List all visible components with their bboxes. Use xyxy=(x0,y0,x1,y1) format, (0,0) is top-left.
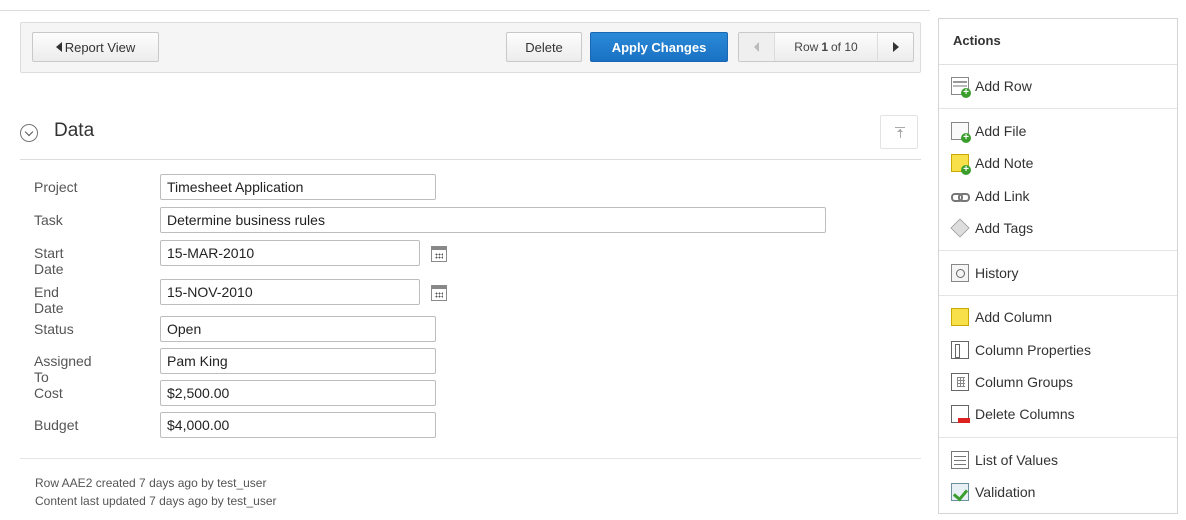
sidebar-item-add-tags[interactable]: Add Tags xyxy=(950,216,1034,240)
top-divider xyxy=(0,10,930,11)
sidebar-item-label: Add Note xyxy=(975,155,1034,171)
start-date-label: Start Date xyxy=(34,245,64,277)
add-file-icon xyxy=(951,122,971,143)
end-date-label: End Date xyxy=(34,284,64,316)
row-current: 1 xyxy=(821,40,828,54)
sidebar-item-history[interactable]: History xyxy=(951,261,1019,285)
sidebar-item-add-link[interactable]: Add Link xyxy=(951,184,1029,208)
updated-info: Content last updated 7 days ago by test_… xyxy=(35,494,277,508)
status-label: Status xyxy=(34,321,74,337)
sidebar-divider xyxy=(939,295,1177,296)
calendar-icon[interactable] xyxy=(431,246,447,262)
previous-row-button[interactable] xyxy=(739,33,775,61)
main-content: Report View Delete Apply Changes Row 1 o… xyxy=(0,0,930,520)
footer-divider xyxy=(20,458,921,459)
sidebar-item-column-groups[interactable]: Column Groups xyxy=(951,370,1073,394)
task-label: Task xyxy=(34,212,63,228)
chevron-down-icon xyxy=(24,127,34,136)
sidebar-divider xyxy=(939,437,1177,438)
apply-changes-button[interactable]: Apply Changes xyxy=(590,32,728,62)
sidebar-item-delete-columns[interactable]: Delete Columns xyxy=(951,402,1075,426)
scroll-to-top-button[interactable] xyxy=(880,115,918,149)
validation-icon xyxy=(951,483,969,501)
arrow-right-icon xyxy=(892,42,899,52)
region-title: Data xyxy=(54,120,95,141)
go-top-icon xyxy=(895,127,905,128)
end-date-input[interactable]: 15-NOV-2010 xyxy=(160,279,420,305)
assigned-to-input[interactable]: Pam King xyxy=(160,348,436,374)
sidebar-item-list-of-values[interactable]: List of Values xyxy=(951,448,1058,472)
collapse-toggle[interactable] xyxy=(20,124,38,142)
project-input[interactable]: Timesheet Application xyxy=(160,174,436,200)
sidebar-item-add-file[interactable]: Add File xyxy=(951,119,1026,143)
add-tags-icon xyxy=(950,218,970,238)
sidebar-item-label: List of Values xyxy=(975,452,1059,468)
next-row-button[interactable] xyxy=(877,33,913,61)
sidebar-item-label: History xyxy=(975,265,1019,281)
sidebar-item-column-properties[interactable]: Column Properties xyxy=(951,338,1091,362)
row-status: Row 1 of 10 xyxy=(775,33,877,61)
add-row-icon xyxy=(951,77,971,98)
history-icon xyxy=(951,264,969,282)
row-pager: Row 1 of 10 xyxy=(738,32,914,62)
cost-input[interactable]: $2,500.00 xyxy=(160,380,436,406)
sidebar-item-label: Add Link xyxy=(975,188,1030,204)
sidebar-item-label: Delete Columns xyxy=(975,406,1075,422)
budget-input[interactable]: $4,000.00 xyxy=(160,412,436,438)
row-suffix: of 10 xyxy=(831,40,858,54)
report-view-button[interactable]: Report View xyxy=(32,32,159,62)
add-link-icon xyxy=(951,187,970,205)
sidebar-item-label: Add File xyxy=(975,123,1027,139)
sidebar-divider xyxy=(939,108,1177,109)
sidebar-item-label: Add Tags xyxy=(975,220,1034,236)
sidebar-item-add-note[interactable]: Add Note xyxy=(951,151,1033,175)
add-column-icon xyxy=(951,308,969,326)
add-note-icon xyxy=(951,154,971,175)
toolbar: Report View Delete Apply Changes Row 1 o… xyxy=(20,22,921,73)
delete-columns-icon xyxy=(951,405,970,423)
project-label: Project xyxy=(34,179,78,195)
cost-label: Cost xyxy=(34,385,63,401)
actions-sidebar: Actions Add Row Add File Add Note Add Li… xyxy=(938,18,1178,514)
sidebar-item-label: Validation xyxy=(975,484,1036,500)
budget-label: Budget xyxy=(34,417,79,433)
sidebar-item-add-row[interactable]: Add Row xyxy=(951,74,1032,98)
report-view-label: Report View xyxy=(64,39,136,55)
sidebar-item-add-column[interactable]: Add Column xyxy=(951,305,1052,329)
start-date-input[interactable]: 15-MAR-2010 xyxy=(160,240,420,266)
column-groups-icon xyxy=(951,373,969,391)
task-input[interactable]: Determine business rules xyxy=(160,207,826,233)
sidebar-item-label: Column Properties xyxy=(975,342,1091,358)
delete-button[interactable]: Delete xyxy=(506,32,582,62)
arrow-left-icon xyxy=(754,42,759,52)
created-info: Row AAE2 created 7 days ago by test_user xyxy=(35,476,267,490)
list-of-values-icon xyxy=(951,451,969,469)
actions-title: Actions xyxy=(939,19,1177,65)
status-input[interactable]: Open xyxy=(160,316,436,342)
arrow-left-icon xyxy=(55,42,62,52)
sidebar-item-label: Column Groups xyxy=(975,374,1074,390)
calendar-icon[interactable] xyxy=(431,285,447,301)
sidebar-divider xyxy=(939,250,1177,251)
sidebar-item-label: Add Column xyxy=(975,309,1053,325)
assigned-to-label: Assigned To xyxy=(34,353,92,385)
row-prefix: Row xyxy=(794,40,819,54)
sidebar-item-validation[interactable]: Validation xyxy=(951,480,1035,504)
column-properties-icon xyxy=(951,341,969,359)
data-region-header: Data xyxy=(20,114,921,160)
sidebar-item-label: Add Row xyxy=(975,78,1032,94)
